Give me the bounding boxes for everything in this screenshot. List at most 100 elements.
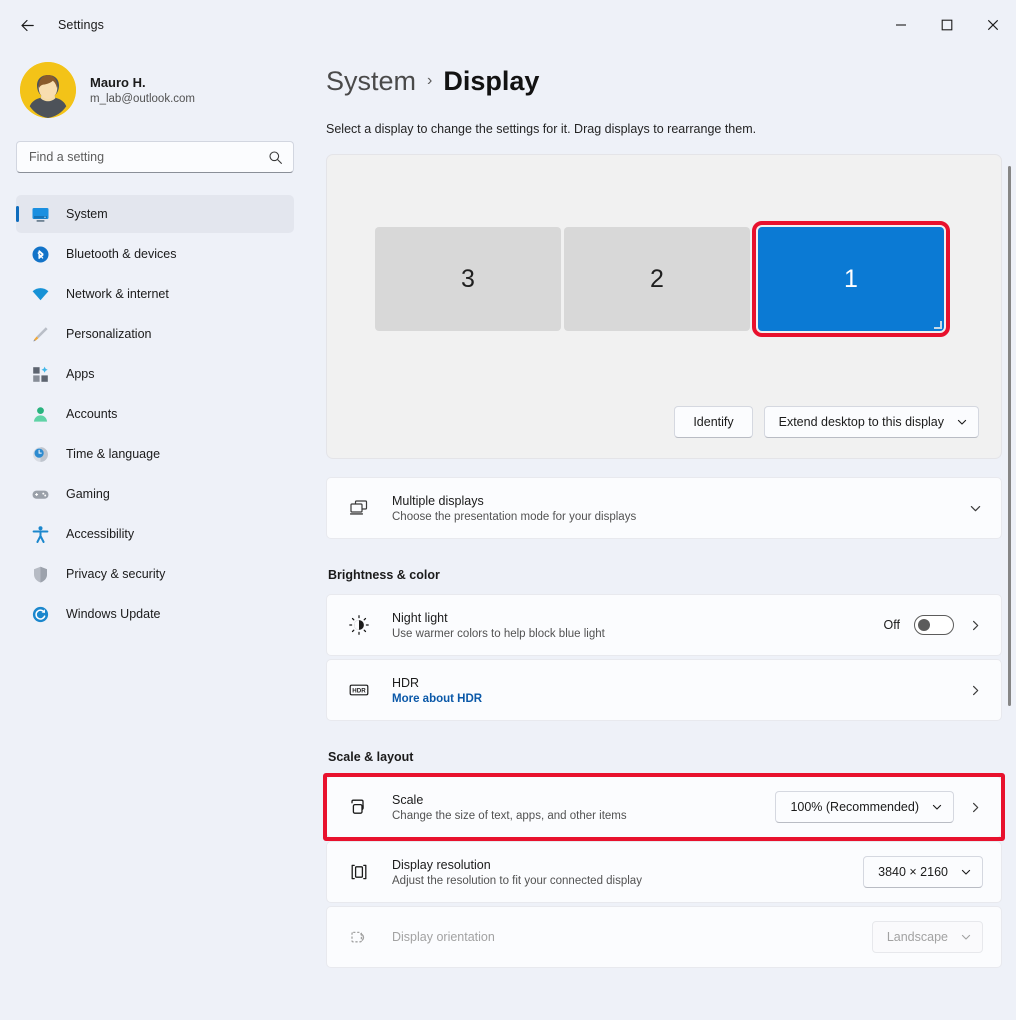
sidebar-item-label: Time & language	[66, 447, 161, 461]
expand-chevron-down-icon[interactable]	[968, 501, 983, 516]
chevron-right-icon[interactable]	[968, 683, 983, 698]
section-heading-brightness-color: Brightness & color	[328, 568, 440, 582]
settings-window: Settings Mauro H. m_lab@outlook.com Find…	[0, 0, 1016, 1020]
sidebar-nav: System Bluetooth & devices Network & int…	[16, 195, 294, 633]
paintbrush-icon	[30, 324, 50, 344]
wifi-icon	[30, 284, 50, 304]
maximize-button[interactable]	[924, 0, 970, 50]
account-name: Mauro H.	[90, 75, 146, 90]
minimize-icon	[896, 24, 906, 26]
arrangement-actions: Identify Extend desktop to this display	[674, 406, 979, 438]
search-box[interactable]	[16, 141, 294, 173]
monitor-3[interactable]: 3	[375, 227, 561, 331]
back-button[interactable]	[10, 8, 44, 42]
display-mode-value: Extend desktop to this display	[778, 415, 944, 429]
hdr-texts: HDR More about HDR	[392, 676, 968, 705]
night-light-texts: Night light Use warmer colors to help bl…	[392, 611, 884, 640]
display-orientation-texts: Display orientation	[392, 930, 872, 944]
sidebar: Mauro H. m_lab@outlook.com Find a settin…	[0, 50, 310, 1020]
row-title: Display orientation	[392, 930, 495, 944]
row-subtitle: Use warmer colors to help block blue lig…	[392, 627, 605, 640]
minimize-button[interactable]	[878, 0, 924, 50]
multiple-displays-texts: Multiple displays Choose the presentatio…	[392, 494, 968, 523]
display-resolution-right: 3840 × 2160	[863, 856, 983, 888]
sidebar-item-windows-update[interactable]: Windows Update	[16, 595, 294, 633]
window-controls	[878, 0, 1016, 50]
search-icon	[269, 150, 282, 164]
scale-right: 100% (Recommended)	[775, 791, 983, 823]
scale-icon	[344, 796, 374, 818]
sidebar-item-apps[interactable]: Apps	[16, 355, 294, 393]
sidebar-item-accessibility[interactable]: Accessibility	[16, 515, 294, 553]
search-input[interactable]	[29, 150, 268, 164]
identify-button[interactable]: Identify	[674, 406, 753, 438]
sidebar-item-label: Privacy & security	[66, 567, 166, 581]
monitor-2[interactable]: 2	[564, 227, 750, 331]
multiple-displays-row[interactable]: Multiple displays Choose the presentatio…	[326, 477, 1002, 539]
more-about-hdr-link[interactable]: More about HDR	[392, 693, 968, 705]
sidebar-item-network-internet[interactable]: Network & internet	[16, 275, 294, 313]
window-title: Settings	[58, 18, 104, 32]
display-resolution-dropdown[interactable]: 3840 × 2160	[863, 856, 983, 888]
row-subtitle: Change the size of text, apps, and other…	[392, 809, 627, 822]
chevron-right-icon[interactable]	[968, 618, 983, 633]
row-title: Display resolution	[392, 857, 491, 872]
sidebar-item-label: System	[66, 207, 108, 221]
display-orientation-row: Display orientation Landscape	[326, 906, 1002, 968]
account-block[interactable]: Mauro H. m_lab@outlook.com	[16, 50, 294, 124]
multiple-displays-icon	[344, 497, 374, 519]
sidebar-item-label: Gaming	[66, 487, 110, 501]
page-subtitle: Select a display to change the settings …	[326, 122, 757, 136]
display-orientation-right: Landscape	[871, 921, 983, 953]
display-arrangement-canvas[interactable]: 3 2 1 Identify Extend desktop to this di…	[326, 154, 1002, 459]
sidebar-item-personalization[interactable]: Personalization	[16, 315, 294, 353]
account-email: m_lab@outlook.com	[90, 93, 195, 105]
close-button[interactable]	[970, 0, 1016, 50]
apps-grid-icon	[30, 364, 50, 384]
gamepad-icon	[30, 484, 50, 504]
sidebar-item-gaming[interactable]: Gaming	[16, 475, 294, 513]
night-light-toggle[interactable]	[914, 615, 954, 635]
clock-icon	[30, 444, 50, 464]
scale-dropdown[interactable]: 100% (Recommended)	[775, 791, 954, 823]
row-subtitle: Choose the presentation mode for your di…	[392, 510, 637, 523]
sidebar-item-bluetooth-devices[interactable]: Bluetooth & devices	[16, 235, 294, 273]
row-title: Scale	[392, 792, 424, 807]
monitor-1[interactable]: 1	[752, 221, 950, 337]
display-resolution-row[interactable]: Display resolution Adjust the resolution…	[326, 841, 1002, 903]
night-light-toggle-label: Off	[883, 618, 900, 632]
update-refresh-icon	[30, 604, 50, 624]
sidebar-item-time-language[interactable]: Time & language	[16, 435, 294, 473]
scale-row[interactable]: Scale Change the size of text, apps, and…	[323, 773, 1005, 841]
shield-icon	[30, 564, 50, 584]
night-light-row[interactable]: Night light Use warmer colors to help bl…	[326, 594, 1002, 656]
hdr-row[interactable]: HDR HDR More about HDR	[326, 659, 1002, 721]
scrollbar-thumb[interactable]	[1008, 166, 1011, 706]
back-arrow-icon	[20, 19, 34, 31]
row-title: HDR	[392, 675, 420, 690]
monitor-list: 3 2 1	[375, 221, 950, 337]
sidebar-item-accounts[interactable]: Accounts	[16, 395, 294, 433]
display-resolution-texts: Display resolution Adjust the resolution…	[392, 858, 863, 887]
chevron-down-icon	[961, 869, 971, 875]
sidebar-item-label: Apps	[66, 367, 95, 381]
avatar	[20, 62, 76, 118]
chevron-right-icon[interactable]	[968, 800, 983, 815]
breadcrumb-parent[interactable]: System	[326, 66, 416, 97]
main-content: System › Display Select a display to cha…	[310, 50, 1016, 1020]
page-title: Display	[443, 65, 540, 96]
close-icon	[987, 19, 999, 31]
section-heading-scale-layout: Scale & layout	[328, 750, 414, 764]
scale-value: 100% (Recommended)	[790, 800, 919, 814]
night-light-sun-icon	[344, 614, 374, 636]
scrollbar-track[interactable]	[1002, 100, 1016, 1020]
sidebar-item-label: Windows Update	[66, 607, 161, 621]
breadcrumb: System › Display	[326, 58, 1002, 104]
sidebar-item-label: Network & internet	[66, 287, 169, 301]
sidebar-item-system[interactable]: System	[16, 195, 294, 233]
chevron-down-icon	[957, 419, 967, 425]
display-mode-dropdown[interactable]: Extend desktop to this display	[763, 406, 979, 438]
sidebar-item-privacy-security[interactable]: Privacy & security	[16, 555, 294, 593]
title-bar: Settings	[0, 0, 1016, 50]
sidebar-item-label: Bluetooth & devices	[66, 247, 177, 261]
